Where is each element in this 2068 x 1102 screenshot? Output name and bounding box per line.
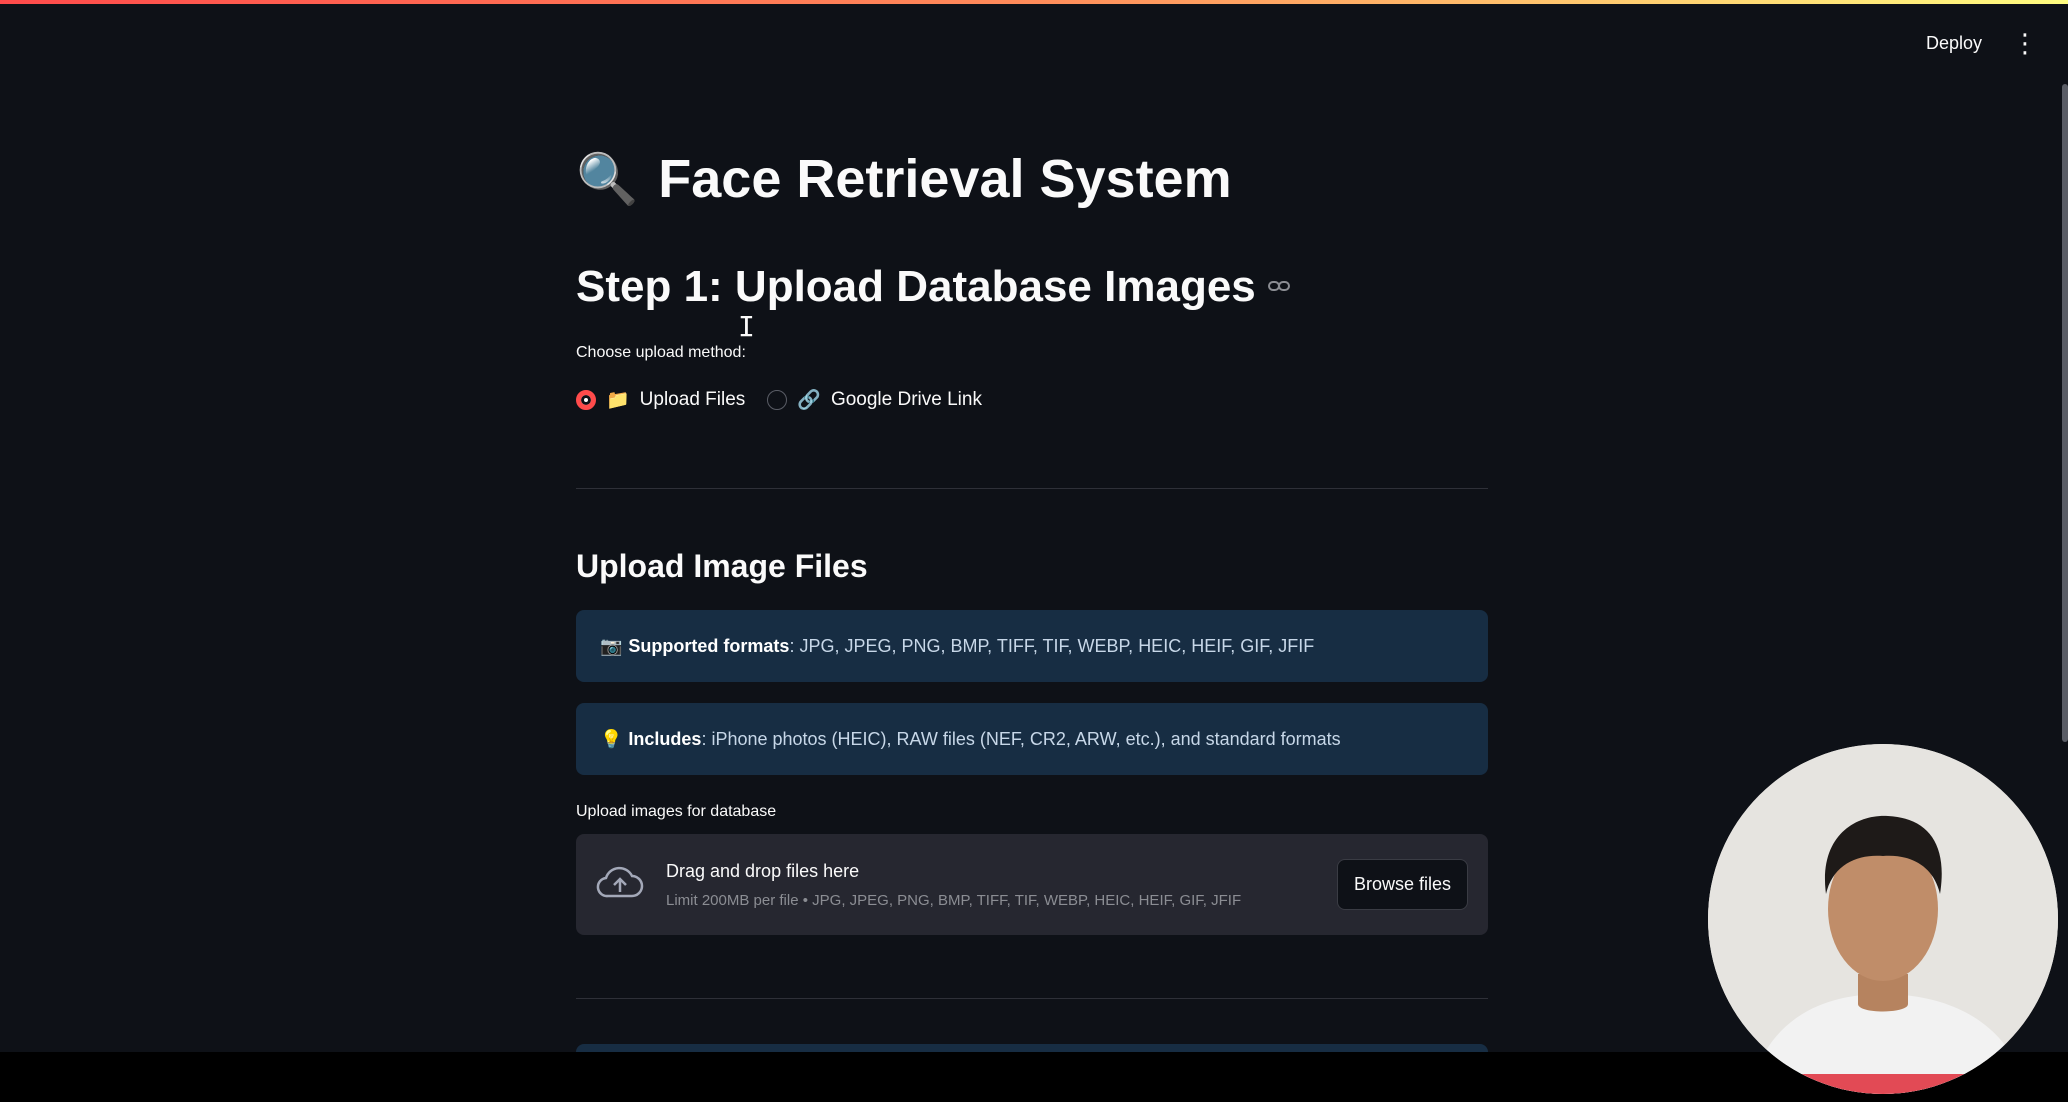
text-cursor-icon: I (738, 310, 755, 343)
magnifier-icon: 🔍 (576, 150, 639, 207)
info-includes-bold: Includes (628, 728, 702, 749)
radio-unselected-icon[interactable] (767, 390, 788, 410)
folder-icon: 📁 (606, 390, 630, 411)
cloud-upload-icon (596, 864, 644, 905)
info-formats-rest: : JPG, JPEG, PNG, BMP, TIFF, TIF, WEBP, … (789, 635, 1315, 656)
webcam-overlay (1708, 744, 2058, 1094)
radio-google-drive-label: Google Drive Link (830, 389, 982, 410)
page-title-text: Face Retrieval System (658, 149, 1232, 209)
upload-method-radio-group: 📁 Upload Files 🔗 Google Drive Link (576, 388, 982, 412)
scrollbar[interactable] (2062, 84, 2068, 742)
dropzone-limit: Limit 200MB per file • JPG, JPEG, PNG, B… (666, 891, 1242, 909)
top-decoration-bar (0, 0, 2068, 4)
presenter-video-image (1708, 744, 2058, 1094)
file-dropzone[interactable]: Drag and drop files here Limit 200MB per… (576, 834, 1488, 935)
info-includes-text: Includes: iPhone photos (HEIC), RAW file… (628, 729, 1340, 750)
lightbulb-icon: 💡 (600, 728, 623, 749)
browse-files-button[interactable]: Browse files (1336, 859, 1468, 910)
link-icon: 🔗 (797, 390, 821, 411)
page-title: 🔍 Face Retrieval System (576, 148, 1232, 210)
step1-heading: Step 1: Upload Database Images (576, 262, 1290, 312)
video-letterbox (0, 1052, 2068, 1102)
camera-icon: 📷 (600, 635, 623, 656)
uploader-label: Upload images for database (576, 803, 777, 820)
step1-heading-text: Step 1: Upload Database Images (576, 262, 1256, 311)
deploy-button[interactable]: Deploy (1926, 33, 1982, 54)
app-header: Deploy ⋮ (1926, 30, 2038, 56)
divider-bottom (576, 998, 1488, 999)
info-box-includes: 💡 Includes: iPhone photos (HEIC), RAW fi… (576, 703, 1488, 775)
upload-method-label: Choose upload method: (576, 344, 746, 361)
info-formats-text: Supported formats: JPG, JPEG, PNG, BMP, … (628, 636, 1314, 657)
anchor-link-icon[interactable] (1267, 276, 1290, 299)
section-heading: Upload Image Files (576, 548, 868, 584)
info-includes-rest: : iPhone photos (HEIC), RAW files (NEF, … (701, 728, 1341, 749)
divider (576, 488, 1488, 489)
dropzone-text: Drag and drop files here Limit 200MB per… (666, 861, 1241, 909)
radio-upload-files-label: Upload Files (639, 389, 746, 410)
radio-upload-files[interactable]: 📁 Upload Files (576, 388, 745, 412)
info-box-formats: 📷 Supported formats: JPG, JPEG, PNG, BMP… (576, 610, 1488, 682)
dropzone-title: Drag and drop files here (666, 860, 860, 881)
radio-google-drive-link[interactable]: 🔗 Google Drive Link (767, 388, 982, 412)
info-formats-bold: Supported formats (628, 635, 790, 656)
kebab-menu-icon[interactable]: ⋮ (2012, 30, 2038, 56)
radio-selected-icon[interactable] (576, 390, 596, 410)
